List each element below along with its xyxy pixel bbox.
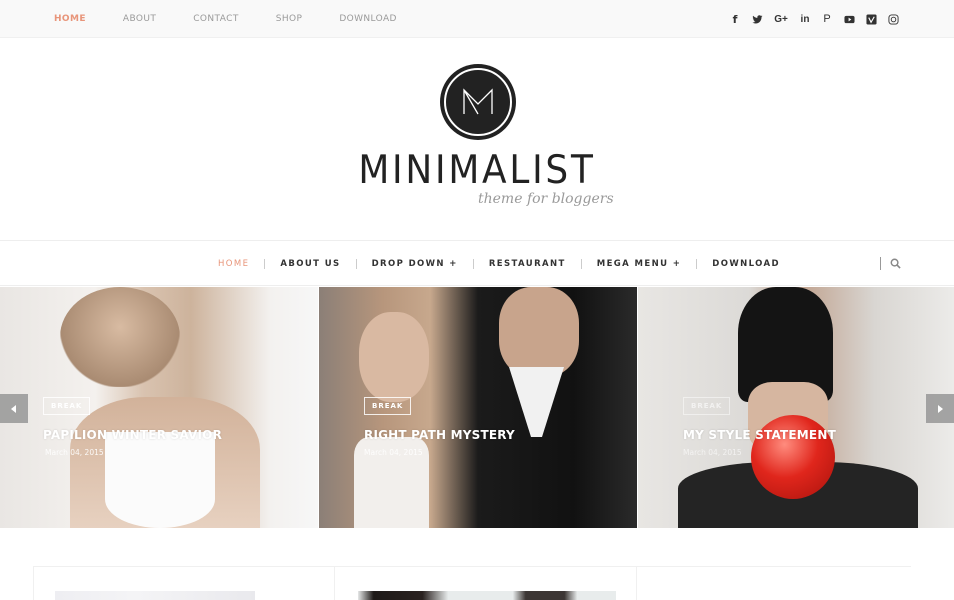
slide-date: March 04, 2015 — [45, 448, 104, 457]
main-nav-download[interactable]: DOWNLOAD — [712, 259, 780, 269]
logo-m-icon — [463, 88, 493, 115]
slide[interactable]: BREAK RIGHT PATH MYSTERY March 04, 2015 — [319, 287, 637, 528]
slide-category-label[interactable]: BREAK — [43, 397, 91, 415]
social-links: f G+ in P — [729, 0, 899, 38]
slide-category-label[interactable]: BREAK — [683, 397, 731, 415]
search-icon[interactable] — [890, 258, 901, 269]
main-nav-drop-down[interactable]: DROP DOWN + — [372, 259, 458, 269]
main-nav: HOME ABOUT US DROP DOWN + RESTAURANT MEG… — [0, 240, 954, 286]
post-thumbnail[interactable] — [358, 591, 616, 600]
nav-divider — [580, 259, 582, 269]
post-card[interactable] — [33, 567, 334, 600]
nav-divider — [355, 259, 357, 269]
instagram-icon[interactable] — [887, 13, 899, 25]
slide-title[interactable]: PAPILION WINTER SAVIOR — [43, 428, 222, 442]
slide-image-top — [105, 432, 215, 528]
top-nav-shop[interactable]: SHOP — [276, 14, 303, 24]
slider-prev-button[interactable] — [0, 394, 28, 423]
slide[interactable]: BREAK PAPILION WINTER SAVIOR March 04, 2… — [0, 287, 318, 528]
chevron-left-icon — [11, 404, 16, 413]
nav-divider — [696, 259, 698, 269]
main-nav-mega-menu[interactable]: MEGA MENU + — [597, 259, 682, 269]
top-nav-contact[interactable]: CONTACT — [193, 14, 238, 24]
top-nav-home[interactable]: HOME — [54, 14, 86, 24]
site-title-text: MINIMALIST — [358, 148, 596, 193]
nav-divider — [264, 259, 266, 269]
nav-divider — [472, 259, 474, 269]
slide[interactable]: BREAK MY STYLE STATEMENT March 04, 2015 — [638, 287, 954, 528]
site-title[interactable]: MINIMALIST — [0, 148, 954, 193]
pinterest-icon[interactable]: P — [821, 13, 833, 25]
slide-date: March 04, 2015 — [364, 448, 423, 457]
search-toggle[interactable] — [880, 257, 901, 270]
slide-title[interactable]: MY STYLE STATEMENT — [683, 428, 836, 442]
google-plus-icon[interactable]: G+ — [773, 13, 789, 25]
main-nav-items: HOME ABOUT US DROP DOWN + RESTAURANT MEG… — [218, 241, 780, 287]
post-grid — [33, 566, 911, 600]
post-card[interactable] — [636, 567, 911, 600]
youtube-icon[interactable] — [843, 13, 855, 25]
post-thumbnail[interactable] — [55, 591, 255, 600]
slider-next-button[interactable] — [926, 394, 954, 423]
facebook-icon[interactable]: f — [729, 13, 741, 26]
slide-category-label[interactable]: BREAK — [364, 397, 412, 415]
top-nav-download[interactable]: DOWNLOAD — [339, 14, 397, 24]
site-logo[interactable] — [440, 64, 516, 140]
post-card[interactable] — [334, 567, 636, 600]
slide-title[interactable]: RIGHT PATH MYSTERY — [364, 428, 515, 442]
slide-image-shirt — [509, 367, 564, 437]
top-bar: HOME ABOUT CONTACT SHOP DOWNLOAD f G+ in… — [0, 0, 954, 38]
linkedin-icon[interactable]: in — [799, 13, 811, 25]
site-tagline: theme for bloggers — [478, 191, 614, 207]
vimeo-icon[interactable] — [865, 13, 877, 25]
chevron-right-icon — [938, 404, 943, 413]
slide-image — [60, 287, 180, 387]
slide-date: March 04, 2015 — [683, 448, 742, 457]
featured-slider: BREAK PAPILION WINTER SAVIOR March 04, 2… — [0, 287, 954, 528]
main-nav-about-us[interactable]: ABOUT US — [280, 259, 340, 269]
slide-image-face-right — [499, 287, 579, 377]
main-nav-restaurant[interactable]: RESTAURANT — [489, 259, 566, 269]
top-nav: HOME ABOUT CONTACT SHOP DOWNLOAD — [54, 0, 434, 38]
slide-image-face-left — [359, 312, 429, 402]
search-divider — [880, 257, 881, 270]
top-nav-about[interactable]: ABOUT — [123, 14, 156, 24]
main-nav-home[interactable]: HOME — [218, 259, 249, 269]
twitter-icon[interactable] — [751, 13, 763, 25]
